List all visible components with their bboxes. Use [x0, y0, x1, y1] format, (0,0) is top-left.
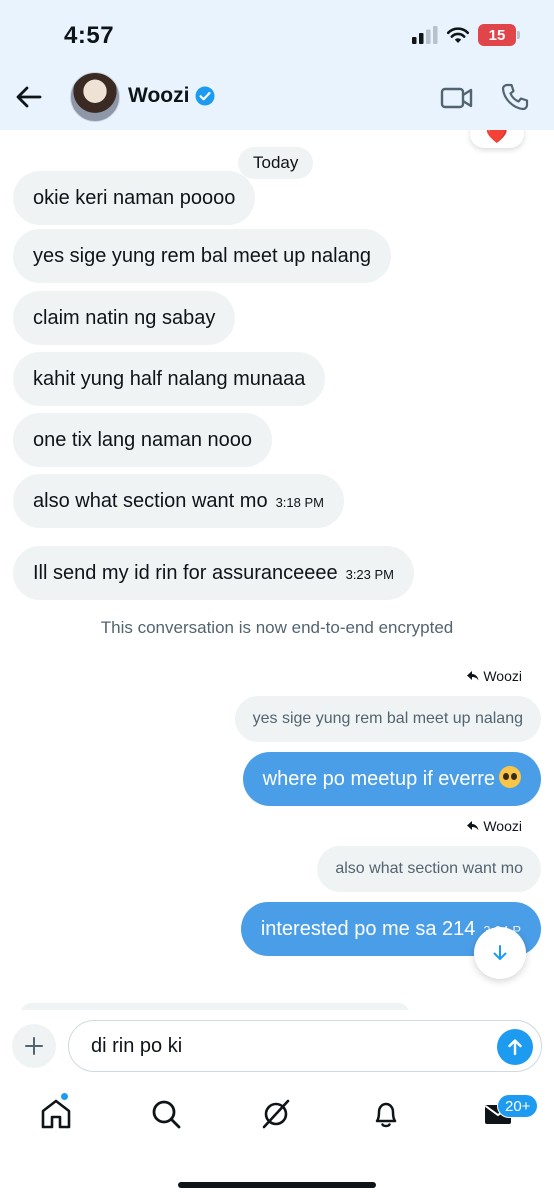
- back-arrow-icon[interactable]: [14, 82, 44, 112]
- contact-name: Woozi: [128, 84, 190, 107]
- incoming-message[interactable]: one tix lang naman nooo: [13, 413, 273, 467]
- message-composer: di rin po ki: [0, 1010, 554, 1080]
- reply-indicator: Woozi: [467, 668, 522, 684]
- grok-icon: [262, 1099, 290, 1129]
- message-text: also what section want mo: [33, 490, 268, 512]
- incoming-message[interactable]: Ill send my id rin for assuranceeee 3:23 …: [13, 546, 415, 600]
- video-call-icon[interactable]: [440, 84, 474, 112]
- reply-arrow-icon: [467, 821, 479, 831]
- scroll-to-bottom-button[interactable]: [474, 927, 526, 979]
- message-input[interactable]: di rin po ki: [68, 1020, 542, 1072]
- home-notification-dot: [60, 1092, 69, 1101]
- verified-badge-icon: [195, 86, 215, 106]
- status-time: 4:57: [64, 22, 115, 49]
- message-text: yes sige yung rem bal meet up nalang: [33, 245, 371, 267]
- heart-reaction[interactable]: ❤️: [470, 130, 524, 148]
- reply-arrow-icon: [467, 671, 479, 681]
- home-indicator: [178, 1182, 376, 1188]
- battery-indicator: 15: [478, 24, 520, 46]
- incoming-message[interactable]: yes sige yung rem bal meet up nalang: [13, 229, 391, 283]
- incoming-message[interactable]: claim natin ng sabay: [13, 291, 236, 345]
- top-header: 4:57 15 Woozi: [0, 0, 554, 130]
- quoted-message[interactable]: also what section want mo: [317, 846, 541, 892]
- message-text: Ill send my id rin for assuranceeee: [33, 562, 338, 584]
- add-attachment-button[interactable]: [12, 1024, 56, 1068]
- arrow-down-icon: [493, 945, 507, 960]
- avatar[interactable]: [70, 72, 120, 122]
- conversation-nav: Woozi: [0, 68, 554, 128]
- reply-to-name: Woozi: [483, 668, 522, 684]
- message-text: okie keri naman poooo: [33, 187, 236, 209]
- tab-home[interactable]: [36, 1094, 76, 1134]
- message-timestamp: 3:18 PM: [275, 495, 324, 510]
- next-message-peek: [20, 1003, 410, 1010]
- send-button[interactable]: [497, 1029, 533, 1065]
- tab-notifications[interactable]: [366, 1094, 406, 1134]
- message-text: where po meetup if everre: [262, 768, 495, 790]
- quoted-text: yes sige yung rem bal meet up nalang: [252, 710, 523, 727]
- messages-badge: 20+: [497, 1094, 539, 1118]
- pleading-face-emoji-icon: [499, 766, 521, 788]
- quoted-text: also what section want mo: [335, 860, 523, 877]
- message-text: interested po me sa 214: [260, 918, 476, 940]
- incoming-message[interactable]: okie keri naman poooo: [13, 171, 256, 225]
- message-thread[interactable]: ❤️ Today okie keri naman poooo yes sige …: [0, 130, 554, 1010]
- incoming-message[interactable]: kahit yung half nalang munaaa: [13, 352, 326, 406]
- quoted-message[interactable]: yes sige yung rem bal meet up nalang: [234, 696, 541, 742]
- message-text: one tix lang naman nooo: [33, 429, 253, 451]
- tab-grok[interactable]: [256, 1094, 296, 1134]
- incoming-message[interactable]: also what section want mo 3:18 PM: [13, 474, 344, 528]
- message-timestamp: 3:23 PM: [345, 567, 395, 582]
- wifi-icon: [446, 27, 470, 43]
- encryption-notice: This conversation is now end-to-end encr…: [100, 618, 454, 637]
- contact-name-group[interactable]: Woozi: [128, 84, 215, 108]
- tab-search[interactable]: [146, 1094, 186, 1134]
- send-arrow-up-icon: [508, 1039, 522, 1056]
- reply-to-name: Woozi: [483, 818, 522, 834]
- bell-icon: [375, 1102, 397, 1128]
- phone-call-icon[interactable]: [500, 82, 530, 112]
- home-icon: [41, 1099, 71, 1129]
- signal-icon: [412, 26, 438, 44]
- message-text: kahit yung half nalang munaaa: [33, 368, 306, 390]
- reply-indicator: Woozi: [467, 818, 522, 834]
- day-separator: Today: [238, 147, 314, 179]
- search-icon: [152, 1100, 181, 1129]
- status-indicators: 15: [412, 24, 520, 46]
- outgoing-message[interactable]: where po meetup if everre: [242, 752, 541, 806]
- message-text: claim natin ng sabay: [33, 307, 216, 329]
- plus-icon: [25, 1037, 43, 1055]
